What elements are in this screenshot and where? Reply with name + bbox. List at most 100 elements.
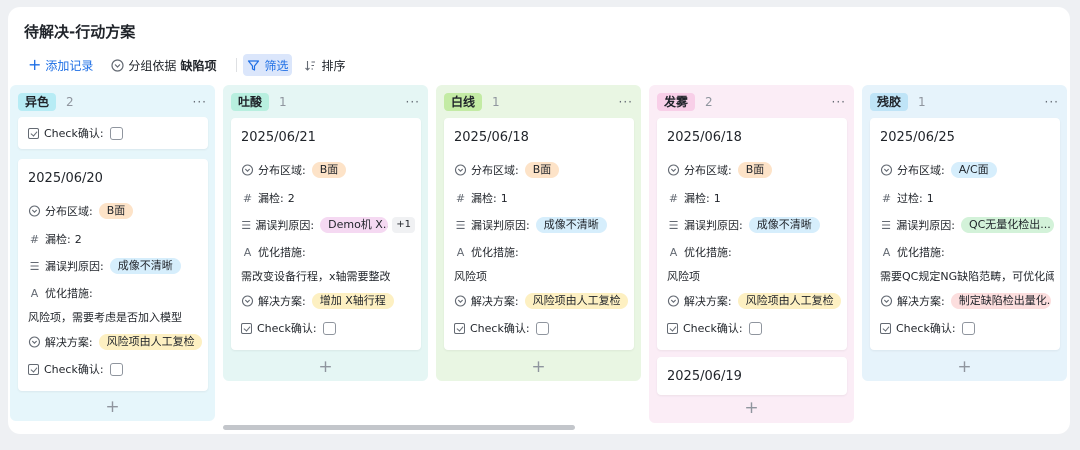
- measure-field: A 优化措施:: [241, 244, 415, 260]
- column-tag[interactable]: 异色: [18, 93, 57, 111]
- add-record-button[interactable]: + 添加记录: [24, 54, 97, 76]
- check-confirm-checkbox[interactable]: [748, 321, 762, 335]
- field-label: Check确认:: [257, 322, 317, 335]
- reason-field: ☰ 漏误判原因: 成像不清晰: [454, 217, 628, 233]
- check-confirm-checkbox[interactable]: [961, 321, 975, 335]
- field-label: Check确认:: [683, 322, 743, 335]
- add-card-button[interactable]: +: [862, 357, 1067, 377]
- field-label: 过检:: [897, 192, 923, 205]
- check-confirm-checkbox[interactable]: [322, 321, 336, 335]
- page-title: 待解决-行动方案: [24, 23, 136, 41]
- check-confirm-checkbox[interactable]: [109, 126, 123, 140]
- check-field: Check确认:: [667, 320, 841, 336]
- check-confirm-checkbox[interactable]: [535, 321, 549, 335]
- number-field-icon: #: [668, 191, 679, 205]
- group-by-button[interactable]: 分组依据 缺陷项: [107, 54, 220, 76]
- toolbar: + 添加记录 分组依据 缺陷项 筛选 排序: [24, 54, 349, 76]
- record-card[interactable]: 2025/06/21 分布区域: B面 # 漏检: 2 ☰ 漏误判原因: Dem…: [231, 118, 421, 350]
- more-tags-badge[interactable]: +1: [392, 217, 415, 233]
- number-field-icon: #: [29, 232, 40, 246]
- area-field: 分布区域: A/C面: [880, 162, 1054, 178]
- field-label: 分布区域:: [45, 205, 93, 218]
- filter-label: 筛选: [264, 58, 289, 73]
- record-card-partial[interactable]: Check确认:: [18, 117, 208, 149]
- solution-tag: 风险项由人工复检: [98, 334, 202, 350]
- add-card-button[interactable]: +: [649, 398, 854, 418]
- reason-field: ☰ 漏误判原因: QC无量化检出...: [880, 217, 1054, 233]
- field-label: 优化措施:: [897, 246, 945, 259]
- toolbar-divider: [236, 58, 238, 72]
- more-icon[interactable]: ···: [619, 95, 633, 109]
- reason-tag: Demo机 X...: [320, 217, 389, 233]
- record-card[interactable]: 2025/06/18 分布区域: B面 # 漏检: 1 ☰ 漏误判原因: 成像不…: [657, 118, 847, 350]
- select-field-icon: [880, 164, 893, 176]
- column-tag[interactable]: 残胶: [870, 93, 909, 111]
- column-tag[interactable]: 发雾: [657, 93, 696, 111]
- check-field: Check确认:: [28, 361, 202, 377]
- miss-value: 1: [500, 191, 508, 205]
- area-tag: B面: [98, 203, 134, 219]
- add-card-button[interactable]: +: [223, 357, 428, 377]
- horizontal-scrollbar[interactable]: [223, 425, 575, 430]
- reason-tag: 成像不清晰: [109, 258, 181, 274]
- checkbox-field-icon: [667, 322, 678, 334]
- sort-button[interactable]: 排序: [300, 54, 349, 76]
- field-label: Check确认:: [44, 127, 104, 140]
- miss-field: # 漏检: 2: [241, 190, 415, 206]
- filter-button[interactable]: 筛选: [243, 54, 293, 76]
- record-card[interactable]: 2025/06/25 分布区域: A/C面 # 过检: 1 ☰ 漏误判原因: Q…: [870, 118, 1060, 350]
- column-header: 吐酸 1 ···: [231, 91, 420, 113]
- record-date: 2025/06/21: [241, 130, 316, 145]
- miss-value: 2: [287, 191, 295, 205]
- filter-icon: [248, 59, 260, 71]
- over-value: 1: [926, 191, 934, 205]
- area-tag: B面: [524, 162, 560, 178]
- solution-tag: 风险项由人工复检: [737, 293, 841, 309]
- record-card[interactable]: 2025/06/18 分布区域: B面 # 漏检: 1 ☰ 漏误判原因: 成像不…: [444, 118, 634, 350]
- column-header: 白线 1 ···: [444, 91, 633, 113]
- number-field-icon: #: [242, 191, 253, 205]
- measure-value: 风险项，需要考虑是否加入模型: [28, 311, 182, 324]
- measure-value: 需改变设备行程，x轴需要整改: [241, 270, 391, 283]
- solution-field: 解决方案: 制定缺陷检出量化...: [880, 293, 1054, 309]
- check-confirm-checkbox[interactable]: [109, 362, 123, 376]
- more-icon[interactable]: ···: [193, 95, 207, 109]
- column-header: 残胶 1 ···: [870, 91, 1059, 113]
- select-field-icon: [880, 295, 893, 307]
- field-label: 漏误判原因:: [684, 219, 743, 232]
- column-baixian: 白线 1 ··· 2025/06/18 分布区域: B面 # 漏检: 1 ☰ 漏…: [436, 85, 641, 381]
- add-card-button[interactable]: +: [10, 397, 215, 417]
- solution-tag: 制定缺陷检出量化...: [950, 293, 1051, 309]
- record-date: 2025/06/20: [28, 171, 103, 186]
- column-tusuan: 吐酸 1 ··· 2025/06/21 分布区域: B面 # 漏检: 2 ☰ 漏…: [223, 85, 428, 381]
- check-field: Check确认:: [454, 320, 628, 336]
- field-label: 漏误判原因:: [45, 260, 104, 273]
- more-icon[interactable]: ···: [1045, 95, 1059, 109]
- column-fawu: 发雾 2 ··· 2025/06/18 分布区域: B面 # 漏检: 1 ☰ 漏…: [649, 85, 854, 423]
- measure-value: 风险项: [454, 270, 487, 283]
- text-field-icon: A: [456, 245, 465, 259]
- field-label: Check确认:: [896, 322, 956, 335]
- sort-icon: [305, 60, 316, 71]
- solution-tag: 风险项由人工复检: [524, 293, 628, 309]
- add-record-label: 添加记录: [45, 58, 94, 73]
- record-date: 2025/06/25: [880, 130, 955, 145]
- check-field: Check确认:: [241, 320, 415, 336]
- add-card-button[interactable]: +: [436, 357, 641, 377]
- miss-value: 1: [713, 191, 721, 205]
- more-icon[interactable]: ···: [406, 95, 420, 109]
- more-icon[interactable]: ···: [832, 95, 846, 109]
- field-label: 漏检:: [684, 192, 710, 205]
- field-label: 解决方案:: [258, 295, 306, 308]
- column-tag[interactable]: 吐酸: [231, 93, 270, 111]
- field-label: 解决方案:: [44, 336, 93, 349]
- field-label: 优化措施:: [471, 246, 519, 259]
- column-tag[interactable]: 白线: [444, 93, 483, 111]
- record-card[interactable]: 2025/06/20 分布区域: B面 # 漏检: 2 ☰ 漏误判原因: 成像不…: [18, 159, 208, 391]
- reason-field: ☰ 漏误判原因: Demo机 X... +1: [241, 217, 415, 233]
- text-field-icon: A: [30, 286, 39, 300]
- record-card[interactable]: 2025/06/19: [657, 357, 847, 395]
- number-field-icon: #: [455, 191, 466, 205]
- miss-field: # 漏检: 2: [28, 231, 202, 247]
- column-header: 异色 2 ···: [18, 91, 207, 113]
